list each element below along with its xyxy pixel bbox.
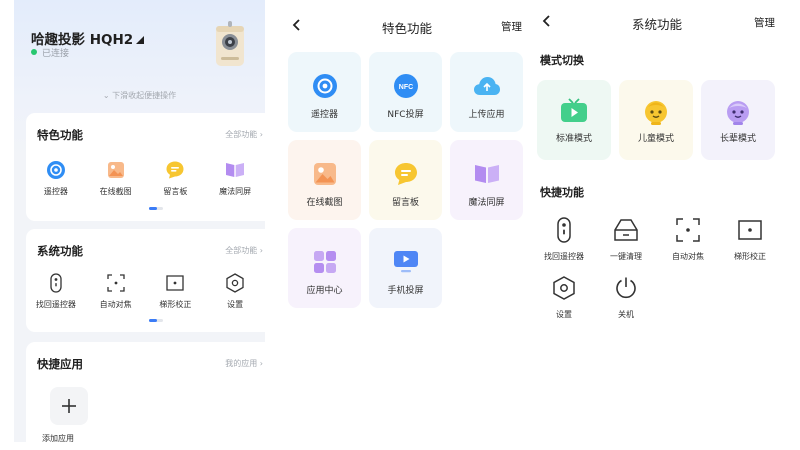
remote-control-icon	[46, 160, 66, 180]
home-system-autofocus[interactable]: 自动对焦	[86, 273, 146, 310]
tile-message-board[interactable]: 留言板	[369, 140, 442, 220]
features-pager	[149, 207, 163, 210]
tile-app-center[interactable]: 应用中心	[288, 228, 361, 308]
system-card: 系统功能 全部功能 › 找回遥控器 自动对焦 梯形校正 设置	[26, 229, 265, 332]
tile-phone-cast[interactable]: 手机投屏	[369, 228, 442, 308]
svg-text:NFC: NFC	[398, 84, 412, 91]
features-card: 特色功能 全部功能 › 遥控器 在线截图 留言板 魔法同屏	[26, 113, 265, 221]
dropdown-triangle-icon	[136, 36, 145, 44]
magic-mirror-icon	[225, 160, 245, 180]
autofocus-icon	[106, 273, 126, 293]
features-card-title: 特色功能	[37, 128, 83, 142]
features-all-link[interactable]: 全部功能 ›	[225, 129, 263, 140]
tile-remote[interactable]: 遥控器	[288, 52, 361, 132]
system-page-title: 系统功能	[632, 17, 683, 32]
system-manage-button[interactable]: 管理	[754, 15, 775, 30]
apps-card: 快捷应用 我的应用 › 添加应用	[26, 342, 265, 442]
cloud-upload-icon	[473, 72, 501, 100]
home-feature-magic-mirror[interactable]: 魔法同屏	[205, 160, 265, 197]
quick-autofocus[interactable]: 自动对焦	[657, 217, 719, 262]
add-app-label: 添加应用	[42, 434, 74, 442]
system-card-title: 系统功能	[37, 244, 83, 258]
back-arrow-icon[interactable]	[290, 18, 304, 32]
quick-settings[interactable]: 设置	[535, 275, 595, 320]
remote-control-icon	[311, 72, 339, 100]
find-remote-icon	[46, 273, 66, 293]
my-apps-link[interactable]: 我的应用 ›	[225, 358, 263, 369]
connection-status: 已连接	[31, 46, 69, 59]
tile-upload-app[interactable]: 上传应用	[450, 52, 523, 132]
features-manage-button[interactable]: 管理	[501, 19, 522, 34]
find-remote-icon	[551, 217, 577, 243]
home-screen: 哈趣投影 HQH2 已连接 ⌄ 下滑收起便捷操作 特色功能 全部功能 › 遥控器	[14, 0, 265, 442]
nfc-icon: NFC	[392, 72, 420, 100]
system-row: 找回遥控器 自动对焦 梯形校正 设置	[26, 273, 265, 310]
child-face-icon	[641, 96, 671, 126]
back-arrow-icon[interactable]	[540, 14, 554, 28]
home-feature-remote[interactable]: 遥控器	[26, 160, 86, 197]
clean-icon	[613, 217, 639, 243]
features-screen: 特色功能 管理 遥控器 NFC NFC投屏 上传应用 在线截图 留言板 魔法同屏…	[270, 0, 530, 450]
settings-hexagon-icon	[551, 275, 577, 301]
mode-standard[interactable]: 标准模式	[537, 80, 611, 160]
home-feature-screenshot[interactable]: 在线截图	[86, 160, 146, 197]
tile-magic-mirror[interactable]: 魔法同屏	[450, 140, 523, 220]
screenshot-image-icon	[311, 160, 339, 188]
system-pager	[149, 319, 163, 322]
message-board-icon	[392, 160, 420, 188]
quick-power-off[interactable]: 关机	[595, 275, 657, 320]
pull-down-hint[interactable]: ⌄ 下滑收起便捷操作	[14, 90, 265, 101]
plus-icon	[62, 399, 76, 413]
add-app-button[interactable]	[50, 387, 88, 425]
features-page-title: 特色功能	[382, 21, 433, 36]
message-board-icon	[165, 160, 185, 180]
quick-find-remote[interactable]: 找回遥控器	[535, 217, 595, 262]
mode-elder[interactable]: 长辈模式	[701, 80, 775, 160]
system-screen: 系统功能 管理 模式切换 标准模式 儿童模式 长辈模式 快捷功能 找回遥控器 一…	[535, 0, 800, 450]
app-grid-icon	[311, 248, 339, 276]
quick-clean[interactable]: 一键清理	[595, 217, 657, 262]
home-system-settings[interactable]: 设置	[205, 273, 265, 310]
apps-card-title: 快捷应用	[37, 357, 83, 371]
quick-keystone[interactable]: 梯形校正	[719, 217, 781, 262]
tile-nfc-cast[interactable]: NFC NFC投屏	[369, 52, 442, 132]
system-all-link[interactable]: 全部功能 ›	[225, 245, 263, 256]
autofocus-icon	[675, 217, 701, 243]
phone-cast-icon	[392, 248, 420, 276]
home-system-find-remote[interactable]: 找回遥控器	[26, 273, 86, 310]
features-row: 遥控器 在线截图 留言板 魔法同屏	[26, 160, 265, 197]
projector-device-icon	[216, 21, 244, 66]
keystone-icon	[165, 273, 185, 293]
home-feature-message[interactable]: 留言板	[146, 160, 206, 197]
tile-screenshot[interactable]: 在线截图	[288, 140, 361, 220]
home-system-keystone[interactable]: 梯形校正	[146, 273, 206, 310]
screenshot-image-icon	[106, 160, 126, 180]
mode-section-title: 模式切换	[540, 54, 584, 67]
settings-hexagon-icon	[225, 273, 245, 293]
quick-section-title: 快捷功能	[540, 186, 584, 199]
tv-icon	[559, 96, 589, 126]
power-icon	[613, 275, 639, 301]
elder-face-icon	[723, 96, 753, 126]
keystone-icon	[737, 217, 763, 243]
device-selector[interactable]: 哈趣投影 HQH2	[31, 28, 145, 48]
magic-mirror-icon	[473, 160, 501, 188]
connection-status-text: 已连接	[42, 49, 70, 59]
connected-dot-icon	[31, 49, 37, 55]
mode-child[interactable]: 儿童模式	[619, 80, 693, 160]
